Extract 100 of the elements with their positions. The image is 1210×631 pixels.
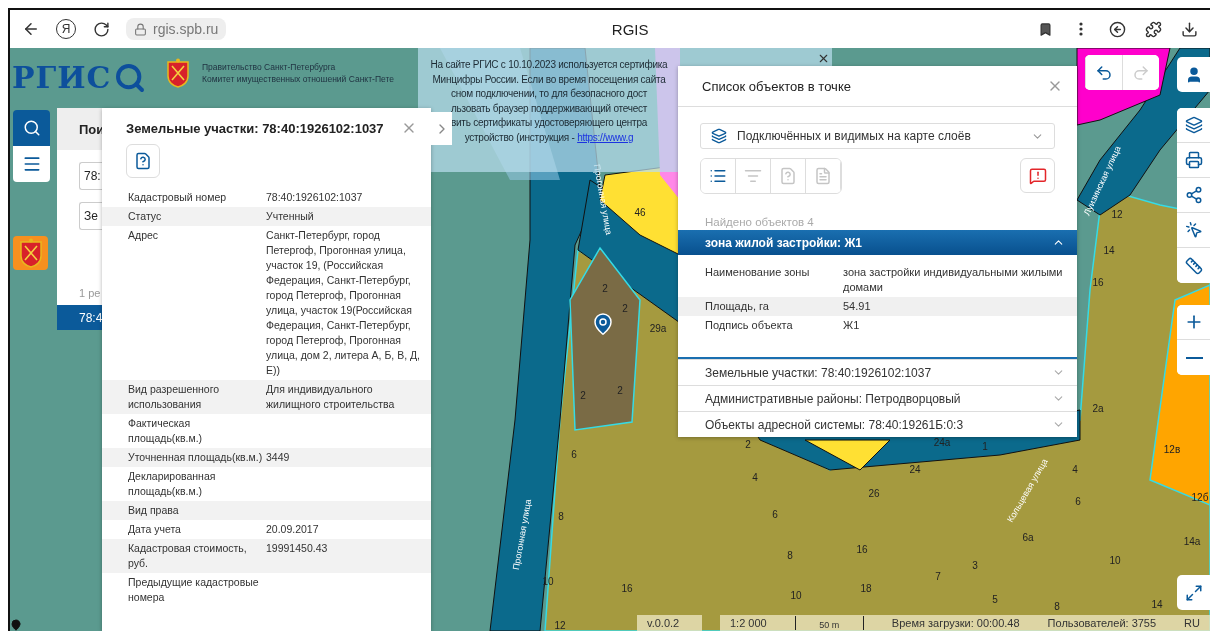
house-number-label: 24а — [933, 437, 951, 448]
reload-icon — [92, 20, 110, 38]
house-number-label: 12 — [1111, 209, 1123, 220]
house-number-label: 2 — [602, 283, 608, 294]
house-number-label: 6 — [772, 509, 778, 520]
lock-icon — [134, 22, 147, 36]
attribute-value: Ж1 — [843, 318, 861, 333]
street-name-label: Прогонная улица — [510, 498, 534, 571]
attribute-value: Для индивидуального жилищного строительства — [266, 382, 396, 412]
house-number-label: 10 — [1109, 555, 1121, 566]
house-number-label: 2 — [622, 303, 628, 314]
notice-text: Минцифры России. Если во время посещения сайта — [432, 72, 666, 87]
search-icon — [22, 119, 41, 137]
house-number-label: 26 — [868, 488, 880, 499]
notice-text: льзовать браузер поддерживающий отечест — [450, 101, 648, 116]
address-bar[interactable]: rgis.spb.ru — [126, 18, 227, 40]
user-icon — [1185, 65, 1203, 84]
scale-text: 1:2 000 — [730, 617, 767, 629]
attribute-label: Уточненная площадь(кв.м.) — [128, 450, 264, 465]
accordion-header[interactable]: Земельные участки: 78:40:1926102:1037 — [678, 359, 1077, 385]
attribute-value: Учтенный — [266, 209, 315, 224]
house-number-label: 14 — [1103, 245, 1115, 256]
layers-icon — [1185, 116, 1203, 134]
download-icon — [1180, 20, 1198, 38]
house-number-label: 2 — [745, 439, 751, 450]
list-filter-icon — [744, 167, 762, 185]
layers-icon — [711, 128, 727, 144]
attribute-value: 54.91 — [843, 299, 872, 314]
undo-icon — [1095, 63, 1113, 82]
diagonal-arrows-icon — [1185, 583, 1203, 602]
house-number-label: 8 — [787, 550, 793, 561]
file-question-icon — [779, 167, 797, 185]
notice-text: вить сертификаты удостоверяющего центра — [450, 116, 648, 130]
attribute-label: Кадастровый номер — [128, 190, 228, 205]
house-number-label: 14 — [1151, 599, 1163, 610]
layers-button[interactable] — [1177, 108, 1210, 143]
close-icon — [817, 52, 830, 65]
minus-icon — [1185, 356, 1203, 359]
attribute-label: Вид права — [128, 503, 180, 518]
report-button[interactable] — [1020, 158, 1055, 193]
pointer-click-icon — [1185, 221, 1203, 239]
attribute-value: Санкт-Петербург, город Петергоф, Прогонная улица, участок 19, (Российская Федерация, Санкт-Петербург, город Петергоф, Прогонная улица, участок 19(Российская Федерация, Санкт-Петербург, город Петергоф, Прогонная улица, дом 2, литера А, Б, В, Д, Е)) — [266, 228, 422, 378]
search-button[interactable] — [13, 110, 50, 146]
house-number-label: 2 — [580, 390, 586, 401]
house-number-label: 16 — [856, 544, 868, 555]
attribute-label: Вид разрешенного использования — [128, 382, 221, 412]
magnifier-icon — [113, 61, 146, 94]
attribute-label: Наименование зоны — [705, 265, 811, 280]
panel-title: Список объектов в точке — [702, 78, 851, 94]
accordion-header[interactable]: зона жилой застройки: Ж1 — [678, 230, 1077, 255]
close-button[interactable] — [817, 52, 830, 65]
house-number-label: 29а — [649, 323, 667, 334]
house-number-label: 14а — [1183, 536, 1201, 547]
panel-title: Земельные участки: 78:40:1926102:1037 — [126, 120, 384, 136]
house-number-label: 5 — [992, 594, 998, 605]
layer-dropdown[interactable]: Подключённых и видимых на карте слоёв — [700, 123, 1055, 149]
house-number-label: 10 — [790, 590, 802, 601]
attribute-label: Подпись объекта — [705, 318, 794, 333]
house-number-label: 6 — [1075, 496, 1081, 507]
house-number-label: 16 — [621, 583, 633, 594]
house-number-label: 46 — [634, 207, 646, 218]
result-row[interactable]: 78:4 — [57, 305, 102, 330]
attribute-label: Декларированная площадь(кв.м.) — [128, 469, 217, 499]
house-number-label: 10 — [542, 576, 554, 587]
house-number-label: 2а — [1092, 403, 1104, 414]
share-icon — [1185, 186, 1203, 204]
question-button[interactable] — [126, 144, 160, 178]
house-number-label: 4 — [1072, 464, 1078, 475]
notice-text: устройство (инструкция - https://www.g — [464, 130, 634, 145]
house-number-label: 6а — [1022, 532, 1034, 543]
house-number-label: 12 — [554, 620, 566, 631]
redo-icon — [1132, 63, 1150, 82]
emblem-button[interactable] — [13, 236, 48, 270]
coat-of-arms-icon — [166, 58, 190, 88]
attribute-label: Предыдущие кадастровые номера — [128, 575, 260, 605]
house-number-label: 8 — [1054, 601, 1060, 612]
house-number-label: 24 — [909, 464, 921, 475]
menu-button[interactable] — [13, 146, 50, 182]
page-title: RGIS — [610, 20, 650, 38]
house-number-label: 3 — [972, 560, 978, 571]
attribute-label: Кадастровая стоимость, руб. — [128, 541, 248, 571]
tool-button[interactable] — [701, 159, 736, 193]
language-selector[interactable]: RU — [1184, 617, 1200, 629]
accordion-header[interactable]: Административные районы: Петродворцовый — [678, 385, 1077, 411]
printer-icon — [1185, 151, 1203, 169]
accordion-header[interactable]: Объекты адресной системы: 78:40:19261Б:0:3 — [678, 411, 1077, 437]
attribute-value: 19991450.43 — [266, 541, 329, 556]
notice-text: сном подключении, то для безопасного дост — [450, 87, 648, 101]
users-count-text: Пользователей: 3755 — [1047, 617, 1157, 629]
attribute-label: Статус — [128, 209, 163, 224]
list-icon — [709, 167, 727, 185]
organization-name: Комитет имущественных отношений Санкт-Пете — [202, 73, 394, 85]
found-count: Найдено объектов 4 — [704, 215, 815, 230]
attribute-label: Адрес — [128, 228, 160, 243]
zoom-in-button[interactable] — [1177, 305, 1210, 340]
attribute-label: Дата учета — [128, 522, 182, 537]
organization-name: Правительство Санкт-Петербурга — [202, 61, 337, 73]
map-pin-icon — [591, 312, 615, 336]
instruction-link[interactable]: https://www.g — [577, 131, 634, 143]
attribute-label: Фактическая площадь(кв.м.) — [128, 416, 204, 446]
